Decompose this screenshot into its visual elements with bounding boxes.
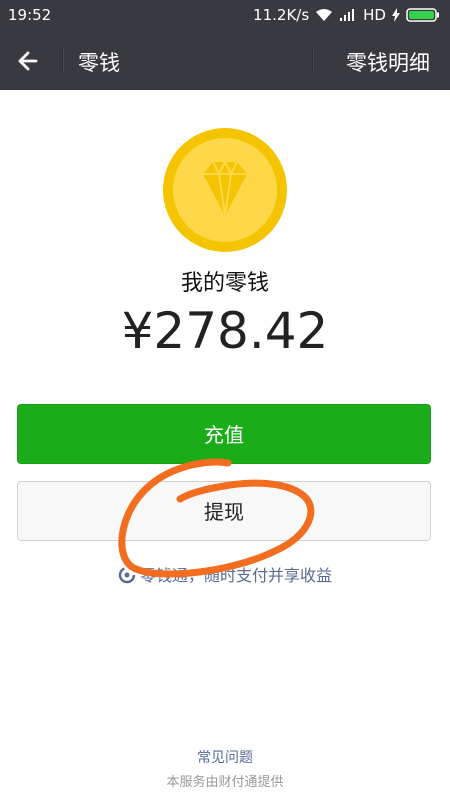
provider-text: 本服务由财付通提供 [166,775,284,790]
back-button[interactable] [14,46,44,76]
charging-icon [392,8,400,22]
header-divider [312,46,314,74]
balance-label: 我的零钱 [180,271,269,296]
page-title: 零钱 [78,51,120,75]
lingqiantong-link[interactable]: 零钱通，随时支付并享收益 [0,562,450,588]
faq-link[interactable]: 常见问题 [0,747,450,767]
status-time: 19:52 [8,6,52,24]
back-arrow-icon [18,51,38,71]
diamond-coin-icon [163,128,287,252]
wifi-icon [315,8,333,22]
lingqiantong-icon [118,566,136,588]
network-type: HD [363,6,386,24]
header-divider [62,46,64,74]
status-indicators: 11.2K/s HD [253,6,440,24]
battery-icon [406,8,440,22]
withdraw-button[interactable]: 提现 [17,481,431,541]
balance-amount: ¥278.42 [121,302,329,360]
status-bar: 19:52 11.2K/s HD [0,0,450,30]
balance-detail-link[interactable]: 零钱明细 [346,47,430,77]
signal-icon [339,8,357,22]
network-speed: 11.2K/s [253,6,310,24]
recharge-button[interactable]: 充值 [17,404,431,464]
lingqiantong-text: 零钱通，随时支付并享收益 [139,566,332,585]
title-bar: 零钱 零钱明细 [0,30,450,90]
